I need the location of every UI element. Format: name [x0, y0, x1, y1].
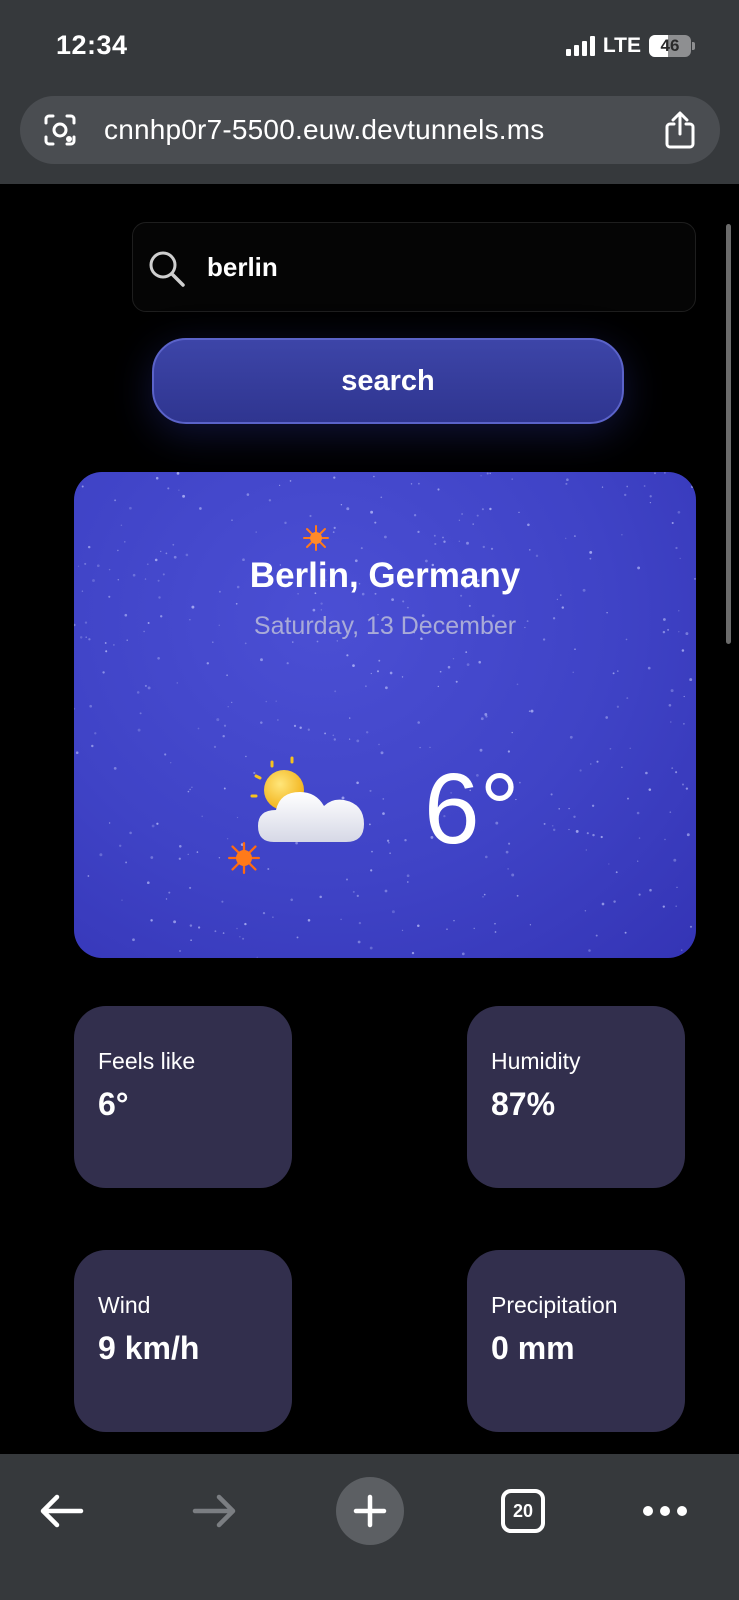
address-bar[interactable]: cnnhp0r7-5500.euw.devtunnels.ms [20, 96, 720, 164]
precipitation-card: Precipitation 0 mm [467, 1250, 685, 1432]
network-type: LTE [602, 34, 641, 57]
feels-like-card: Feels like 6° [74, 1006, 292, 1188]
stat-value: 9 km/h [98, 1330, 200, 1366]
back-button[interactable] [26, 1476, 96, 1546]
stat-value: 6° [98, 1086, 129, 1122]
stat-label: Feels like [98, 1048, 196, 1074]
signal-icon [565, 36, 595, 56]
search-icon [149, 251, 185, 287]
status-indicators: LTE 46 [565, 34, 695, 58]
stat-value: 0 mm [491, 1330, 575, 1366]
battery-level: 46 [660, 36, 680, 55]
forward-arrow-icon [192, 1494, 236, 1528]
more-menu-button[interactable] [630, 1476, 700, 1546]
wind-card: Wind 9 km/h [74, 1250, 292, 1432]
url-text: cnnhp0r7-5500.euw.devtunnels.ms [104, 114, 545, 145]
share-icon[interactable] [662, 110, 698, 150]
battery-icon: 46 [649, 35, 695, 57]
weather-card: Berlin, Germany Saturday, 13 December 6° [74, 472, 696, 958]
scrollbar[interactable] [726, 224, 731, 644]
search-box [132, 222, 696, 312]
browser-toolbar: cnnhp0r7-5500.euw.devtunnels.ms [0, 90, 739, 184]
current-date: Saturday, 13 December [253, 612, 517, 640]
browser-bottom-toolbar: 20 [0, 1454, 739, 1600]
forward-button[interactable] [180, 1476, 250, 1546]
tab-switcher-button[interactable]: 20 [488, 1476, 558, 1546]
sparkle-icon [228, 842, 260, 874]
tab-count: 20 [501, 1489, 545, 1533]
search-button[interactable]: search [152, 338, 624, 424]
stat-label: Humidity [491, 1048, 581, 1074]
location-name: Berlin, Germany [249, 556, 521, 595]
status-bar: 12:34 LTE 46 [0, 0, 739, 90]
page-content: search Berlin, Germany Saturday, 13 Dece… [0, 184, 739, 1454]
stat-label: Precipitation [491, 1292, 618, 1318]
plus-icon [353, 1494, 387, 1528]
temperature: 6° [424, 753, 520, 865]
sparkle-icon [303, 525, 329, 551]
starfield-pattern [74, 472, 696, 958]
new-tab-button[interactable] [335, 1476, 405, 1546]
partly-cloudy-icon [250, 756, 364, 842]
stat-label: Wind [98, 1292, 151, 1318]
lens-icon[interactable] [42, 112, 78, 148]
humidity-card: Humidity 87% [467, 1006, 685, 1188]
back-arrow-icon [40, 1494, 84, 1528]
stat-value: 87% [491, 1086, 556, 1122]
more-dots-icon [643, 1506, 687, 1516]
search-input[interactable] [207, 245, 667, 289]
status-time: 12:34 [56, 30, 128, 60]
